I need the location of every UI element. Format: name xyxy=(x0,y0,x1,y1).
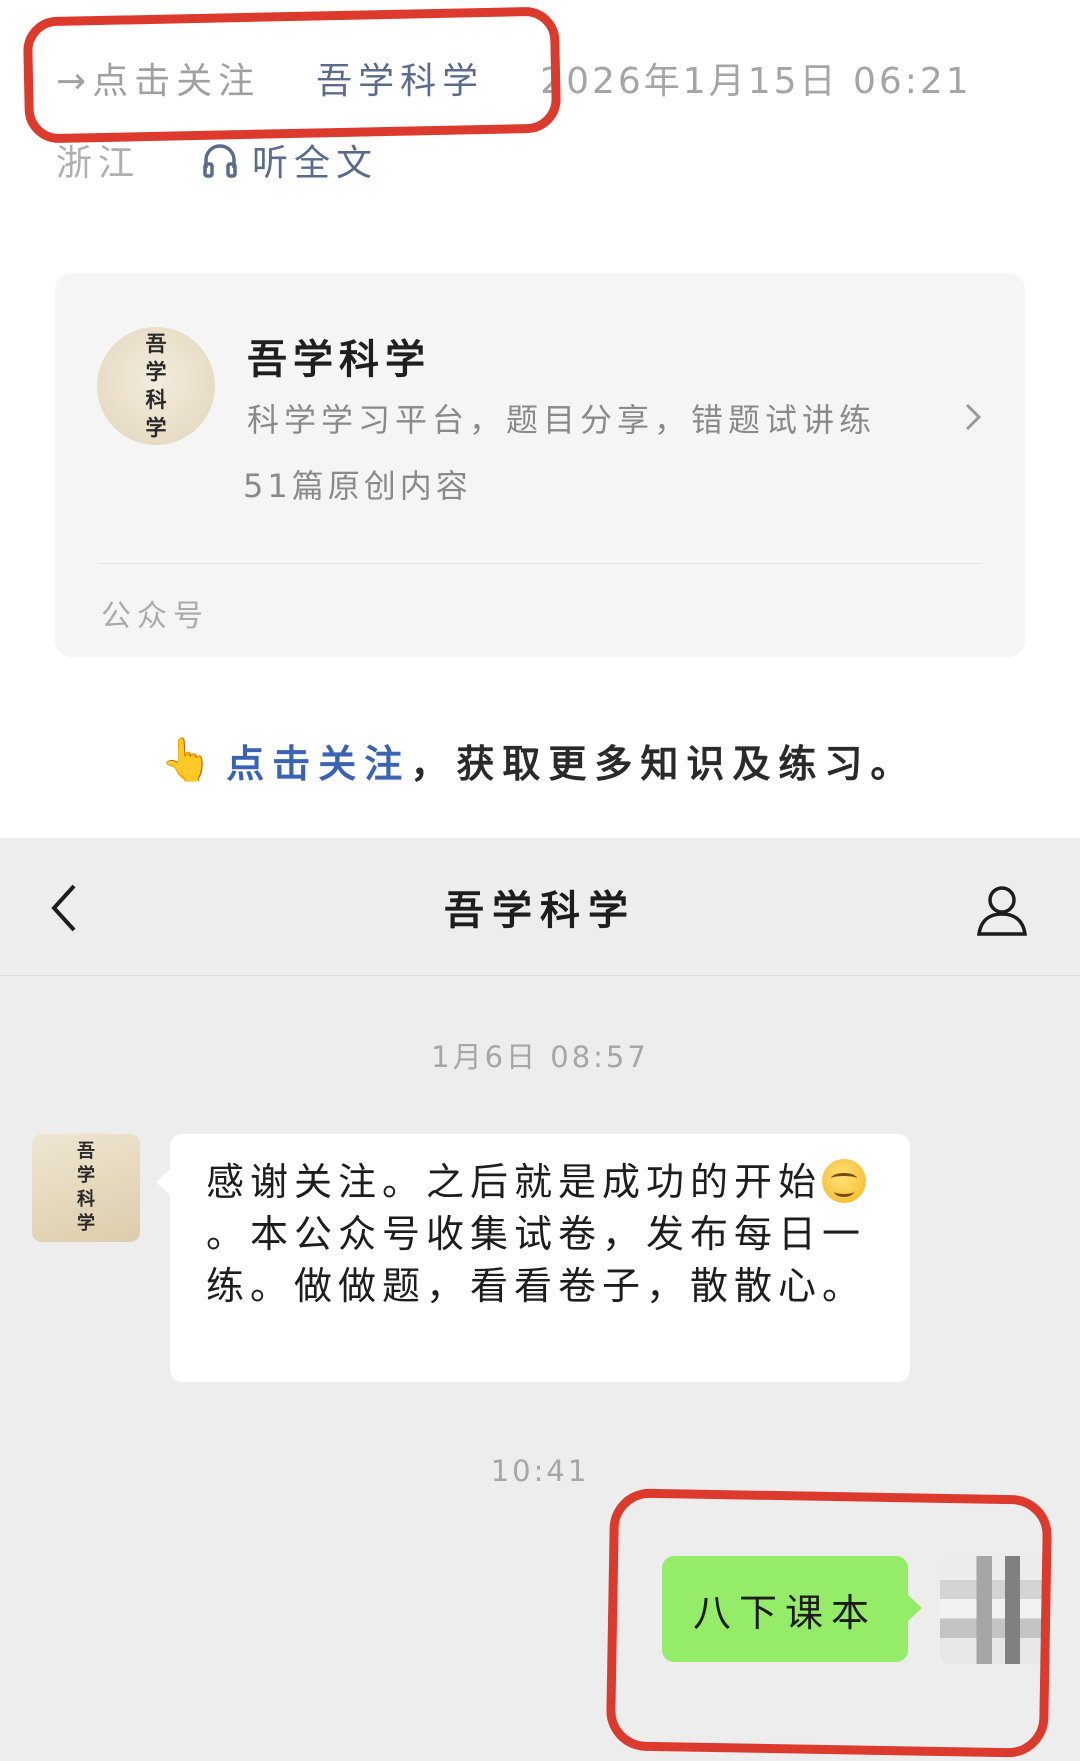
card-type-label: 公众号 xyxy=(101,599,209,634)
avatar-char: 学 xyxy=(145,359,167,384)
pointing-hand-emoji: 👆 xyxy=(160,735,213,784)
avatar-char: 学 xyxy=(77,1213,95,1234)
avatar-char: 科 xyxy=(145,387,167,412)
incoming-message-bubble[interactable]: 感谢关注。之后就是成功的开始。本公众号收集试卷，发布每日一练。做做题，看看卷子，… xyxy=(156,1134,910,1382)
profile-button[interactable] xyxy=(970,878,1034,942)
cta-text: ，获取更多知识及练习。 xyxy=(410,741,917,786)
avatar-char: 学 xyxy=(77,1165,95,1186)
annotation-red-circle-top xyxy=(22,6,562,144)
avatar-char: 吾 xyxy=(145,331,167,356)
card-description: 科学学习平台，题目分享，错题试讲练 xyxy=(247,401,877,439)
card-divider xyxy=(99,563,981,564)
card-account-name: 吾学科学 xyxy=(247,337,431,383)
chevron-right-icon xyxy=(965,403,982,431)
publish-date: 2026年1月15日 06:21 xyxy=(540,61,972,102)
incoming-message-text: 感谢关注。之后就是成功的开始 xyxy=(206,1160,823,1204)
avatar-char: 学 xyxy=(145,415,167,440)
card-article-count: 51篇原创内容 xyxy=(243,467,472,505)
avatar-char: 科 xyxy=(77,1189,95,1210)
smirk-emoji xyxy=(822,1159,867,1203)
headphones-icon xyxy=(203,144,237,178)
incoming-message-text: 。本公众号收集试卷，发布每日一练。做做题，看看卷子，散散心。 xyxy=(206,1212,867,1308)
account-avatar: 吾 学 科 学 xyxy=(97,327,215,445)
message-timestamp: 1月6日 08:57 xyxy=(431,1040,649,1074)
cta-follow-link[interactable]: 点击关注 xyxy=(226,733,410,788)
message-timestamp: 10:41 xyxy=(490,1454,590,1488)
sender-avatar[interactable]: 吾 学 科 学 xyxy=(32,1134,140,1242)
follow-call-to-action: 👆 点击关注 ，获取更多知识及练习。 xyxy=(160,730,916,790)
article-header-area: →点击关注 吾学科学 2026年1月15日 06:21 浙江 听全文 吾 学 科… xyxy=(0,0,1080,838)
listen-label: 听全文 xyxy=(252,143,379,184)
official-account-card[interactable]: 吾 学 科 学 吾学科学 科学学习平台，题目分享，错题试讲练 51篇原创内容 公… xyxy=(55,273,1025,657)
person-icon xyxy=(976,886,1028,936)
annotation-red-circle-bottom xyxy=(605,1488,1053,1758)
avatar-char: 吾 xyxy=(77,1141,95,1162)
chat-title: 吾学科学 xyxy=(444,888,636,934)
listen-button[interactable]: 听全文 xyxy=(200,134,378,186)
chat-header: 吾学科学 xyxy=(0,838,1080,976)
